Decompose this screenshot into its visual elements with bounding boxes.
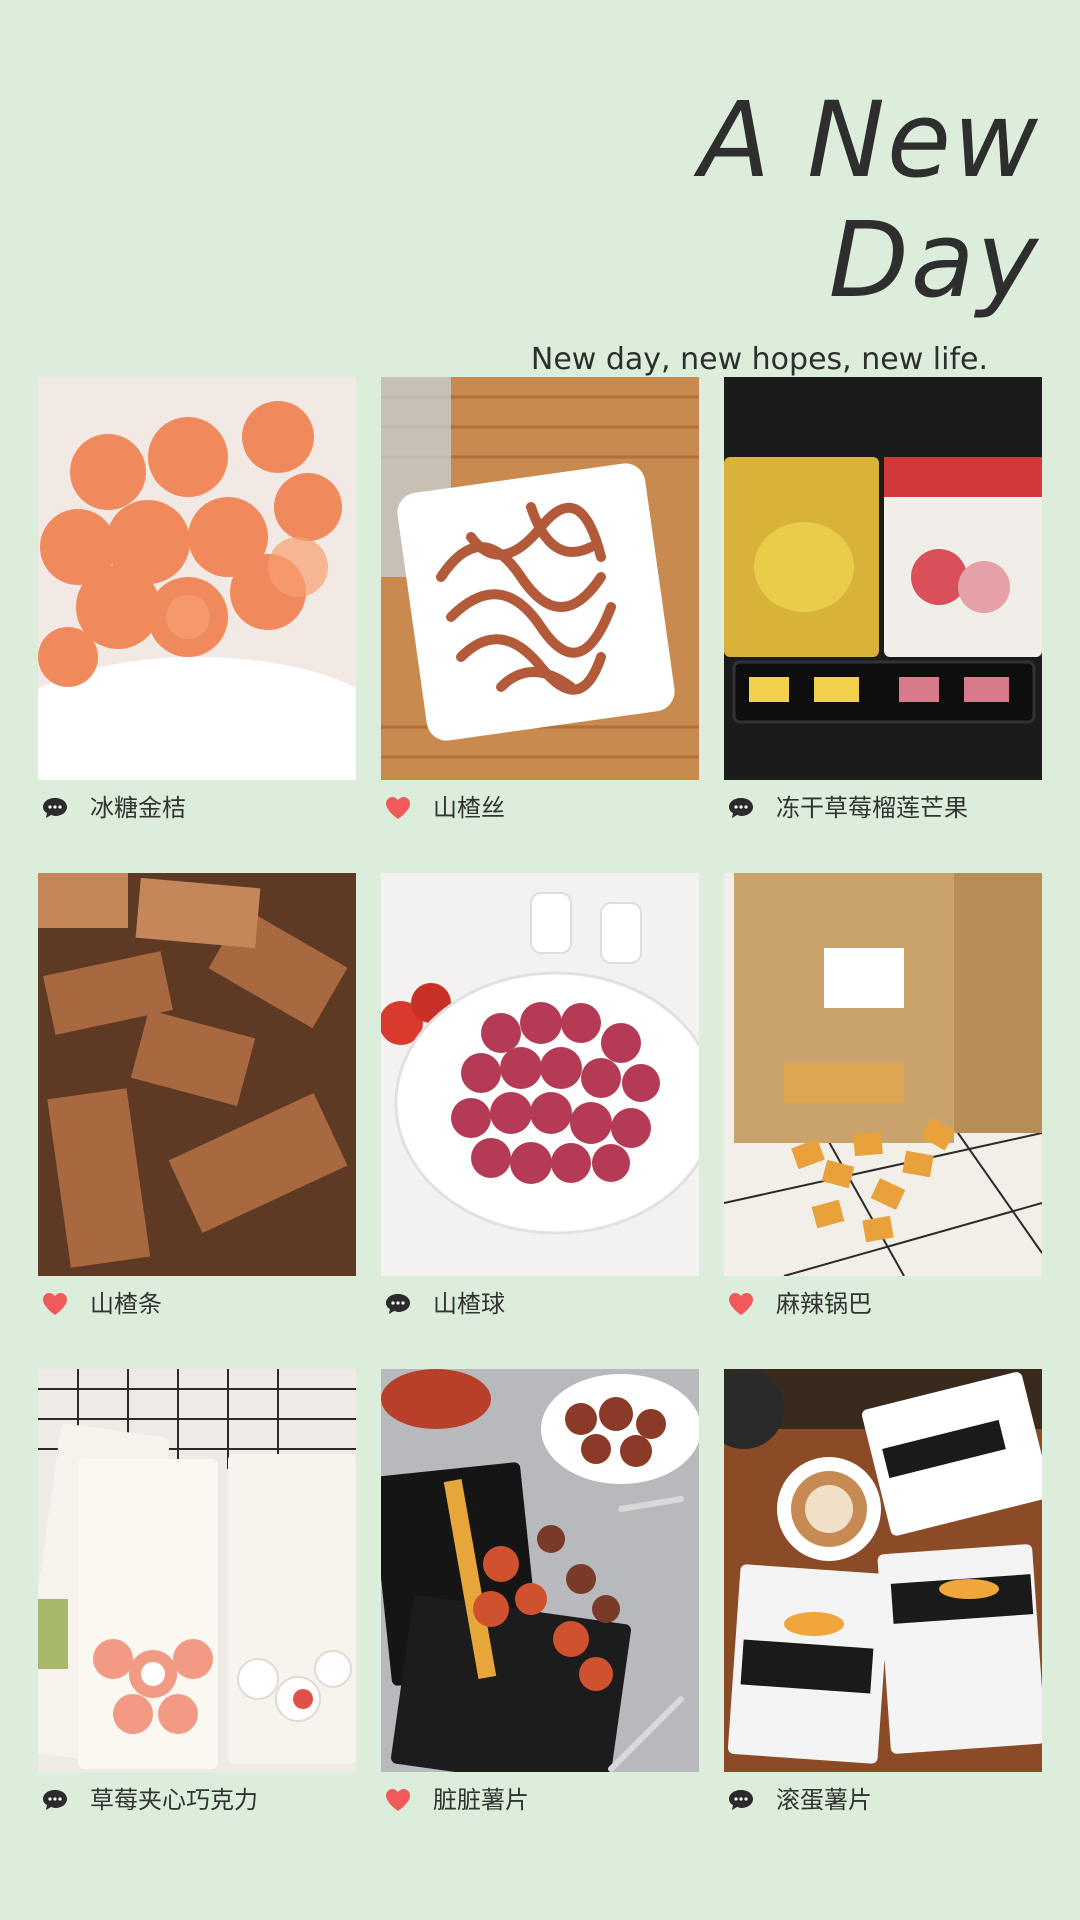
product-caption: 草莓夹心巧克力	[38, 1772, 356, 1815]
product-label: 草莓夹心巧克力	[90, 1786, 258, 1814]
product-label: 冰糖金桔	[90, 794, 186, 822]
product-caption: 山楂球	[381, 1276, 699, 1319]
product-label: 山楂丝	[433, 794, 505, 822]
product-card[interactable]: 脏脏薯片	[381, 1369, 699, 1815]
product-photo[interactable]	[381, 873, 699, 1276]
product-label: 山楂条	[90, 1290, 162, 1318]
heart-icon[interactable]	[40, 1289, 70, 1319]
chat-bubble-icon[interactable]	[40, 793, 70, 823]
heart-icon[interactable]	[383, 793, 413, 823]
header: A New Day New day, new hopes, new life.	[480, 80, 1040, 377]
product-card[interactable]: 山楂球	[381, 873, 699, 1319]
product-photo[interactable]	[38, 873, 356, 1276]
chat-bubble-icon[interactable]	[383, 1289, 413, 1319]
product-card[interactable]: 麻辣锅巴	[724, 873, 1042, 1319]
product-caption: 冻干草莓榴莲芒果	[724, 780, 1042, 823]
heart-icon[interactable]	[726, 1289, 756, 1319]
product-photo[interactable]	[724, 1369, 1042, 1772]
product-photo[interactable]	[724, 377, 1042, 780]
product-photo[interactable]	[38, 1369, 356, 1772]
product-caption: 山楂丝	[381, 780, 699, 823]
product-label: 冻干草莓榴莲芒果	[776, 794, 968, 822]
product-grid: 冰糖金桔 山楂丝 冻干草莓榴莲芒果 山楂条 山楂球 麻辣锅巴 草莓夹心巧克力 脏…	[38, 377, 1042, 1815]
product-card[interactable]: 冻干草莓榴莲芒果	[724, 377, 1042, 823]
product-card[interactable]: 山楂丝	[381, 377, 699, 823]
product-card[interactable]: 山楂条	[38, 873, 356, 1319]
chat-bubble-icon[interactable]	[726, 1785, 756, 1815]
product-card[interactable]: 冰糖金桔	[38, 377, 356, 823]
chat-bubble-icon[interactable]	[40, 1785, 70, 1815]
product-photo[interactable]	[381, 1369, 699, 1772]
product-card[interactable]: 草莓夹心巧克力	[38, 1369, 356, 1815]
page-subtitle: New day, new hopes, new life.	[530, 342, 988, 377]
product-label: 滚蛋薯片	[776, 1786, 872, 1814]
product-card[interactable]: 滚蛋薯片	[724, 1369, 1042, 1815]
product-photo[interactable]	[724, 873, 1042, 1276]
product-label: 脏脏薯片	[433, 1786, 529, 1814]
product-caption: 冰糖金桔	[38, 780, 356, 823]
product-label: 山楂球	[433, 1290, 505, 1318]
chat-bubble-icon[interactable]	[726, 793, 756, 823]
product-caption: 麻辣锅巴	[724, 1276, 1042, 1319]
product-caption: 山楂条	[38, 1276, 356, 1319]
product-photo[interactable]	[381, 377, 699, 780]
product-caption: 滚蛋薯片	[724, 1772, 1042, 1815]
product-label: 麻辣锅巴	[776, 1290, 872, 1318]
heart-icon[interactable]	[383, 1785, 413, 1815]
product-photo[interactable]	[38, 377, 356, 780]
product-caption: 脏脏薯片	[381, 1772, 699, 1815]
page-title: A New Day	[698, 79, 1040, 321]
